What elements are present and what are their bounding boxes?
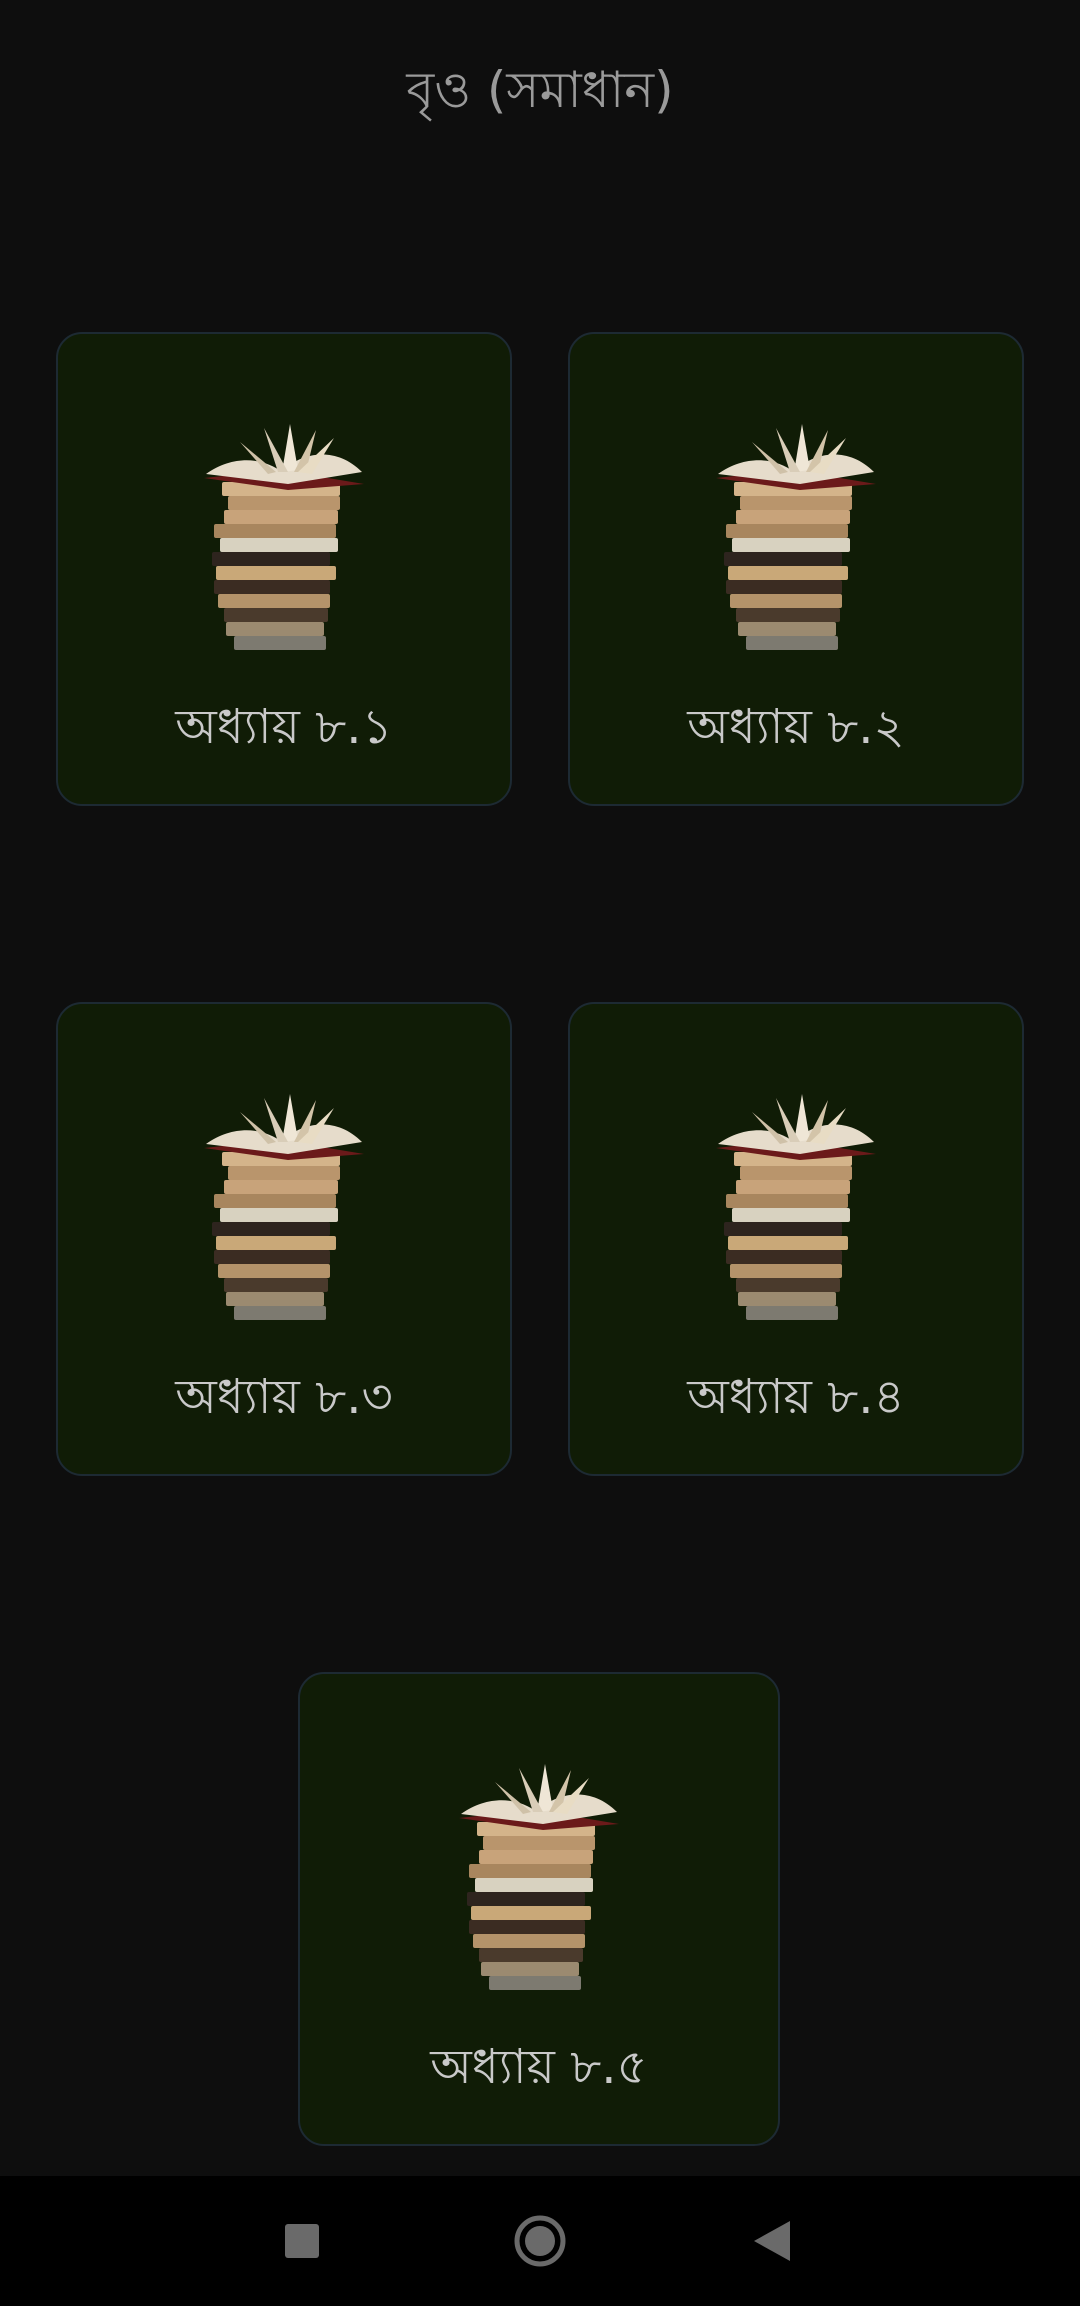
chapter-card-8-5[interactable]: অধ্যায় ৮.৫ <box>298 1672 780 2146</box>
system-navigation-bar <box>0 2176 1080 2306</box>
chapter-card-8-4[interactable]: অধ্যায় ৮.৪ <box>568 1002 1024 1476</box>
chapter-card-label: অধ্যায় ৮.৪ <box>687 1369 905 1425</box>
home-circle-icon[interactable] <box>505 2206 575 2276</box>
back-triangle-icon[interactable] <box>738 2206 808 2276</box>
chapter-card-8-3[interactable]: অধ্যায় ৮.৩ <box>56 1002 512 1476</box>
book-stack-icon <box>194 414 374 654</box>
chapter-card-label: অধ্যায় ৮.৫ <box>430 2039 648 2095</box>
chapter-card-label: অধ্যায় ৮.১ <box>175 699 393 755</box>
page-title: বৃও (সমাধান) <box>406 61 674 119</box>
chapter-card-8-1[interactable]: অধ্যায় ৮.১ <box>56 332 512 806</box>
book-stack-icon <box>194 1084 374 1324</box>
chapter-card-label: অধ্যায় ৮.৩ <box>175 1369 393 1425</box>
book-stack-icon <box>449 1754 629 1994</box>
book-stack-icon <box>706 1084 886 1324</box>
recents-square-icon[interactable] <box>267 2206 337 2276</box>
chapter-card-8-2[interactable]: অধ্যায় ৮.২ <box>568 332 1024 806</box>
chapter-card-label: অধ্যায় ৮.২ <box>687 699 905 755</box>
book-stack-icon <box>706 414 886 654</box>
